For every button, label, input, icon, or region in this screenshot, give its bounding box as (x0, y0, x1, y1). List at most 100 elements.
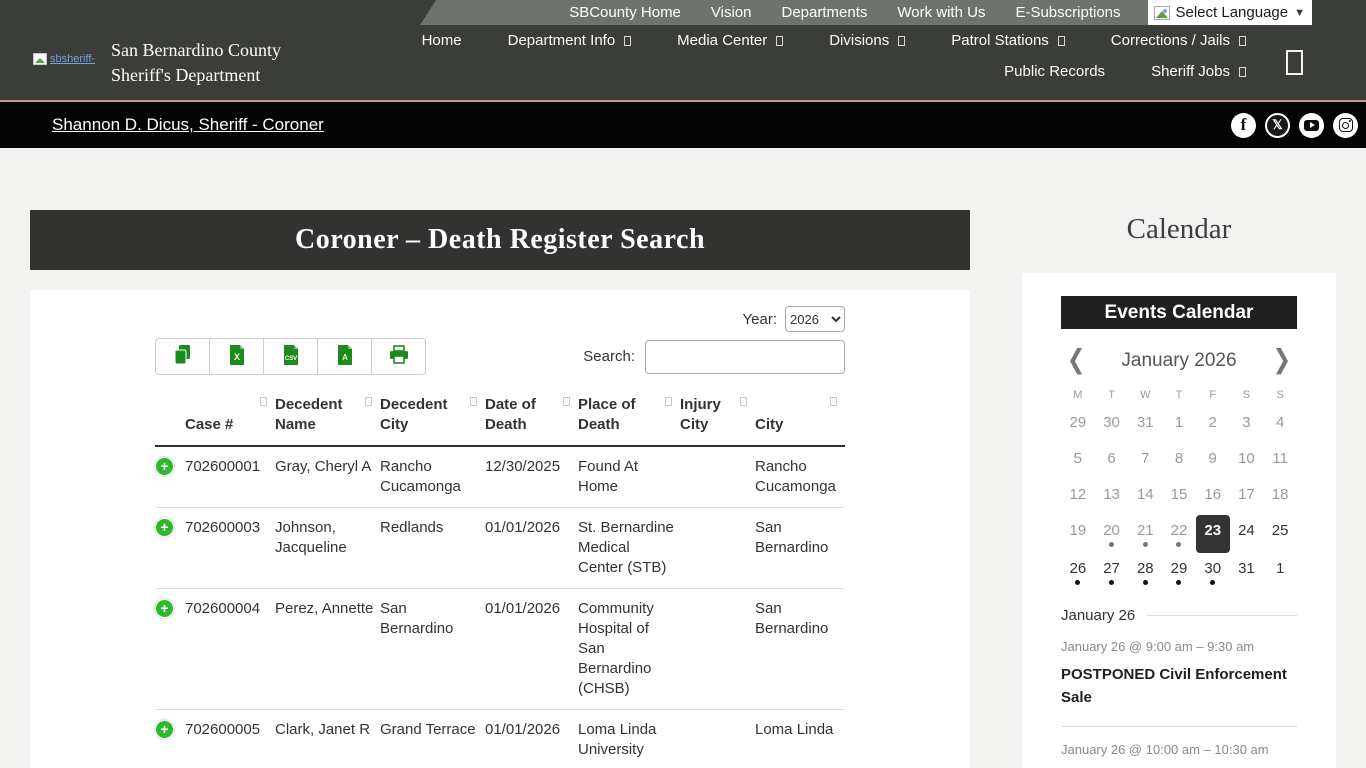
sort-icon[interactable] (470, 397, 477, 406)
calendar-day-2[interactable]: 2 (1196, 407, 1230, 443)
sort-icon[interactable] (740, 397, 747, 406)
search-input[interactable] (645, 339, 845, 374)
calendar-day-10[interactable]: 10 (1230, 443, 1264, 479)
day-number: 1 (1275, 560, 1285, 577)
events-day-label: January 26 (1061, 607, 1136, 624)
nav-item-media-center[interactable]: Media Center (677, 32, 784, 49)
calendar-day-27[interactable]: 27 (1095, 553, 1129, 589)
next-month-icon[interactable]: ❯ (1273, 347, 1291, 373)
year-select[interactable]: 2026 (785, 306, 845, 332)
search-icon[interactable] (1286, 50, 1303, 75)
calendar-day-6[interactable]: 6 (1095, 443, 1129, 479)
calendar-day-24[interactable]: 24 (1230, 515, 1264, 551)
language-selector[interactable]: Select Language ▼ (1147, 0, 1312, 25)
nav-item-patrol-stations[interactable]: Patrol Stations (951, 32, 1065, 49)
calendar-day-15[interactable]: 15 (1162, 479, 1196, 515)
calendar-day-12[interactable]: 12 (1061, 479, 1095, 515)
calendar-day-26[interactable]: 26 (1061, 553, 1095, 589)
day-number: 9 (1208, 450, 1217, 467)
column-header-city[interactable]: City (755, 389, 845, 447)
facebook-icon[interactable]: f (1231, 112, 1256, 138)
calendar-day-5[interactable]: 5 (1061, 443, 1095, 479)
export-excel-button[interactable]: X (209, 338, 264, 375)
calendar-day-31[interactable]: 31 (1128, 407, 1162, 443)
calendar-day-11[interactable]: 11 (1263, 443, 1297, 479)
column-header-case[interactable]: Case # (185, 389, 275, 447)
column-header-injury-city[interactable]: Injury City (680, 389, 755, 447)
sort-icon[interactable] (665, 397, 672, 406)
export-csv-button[interactable]: CSV (263, 338, 318, 375)
instagram-icon[interactable] (1333, 112, 1358, 138)
calendar-day-20[interactable]: 20 (1095, 515, 1129, 551)
calendar-day-29[interactable]: 29 (1061, 407, 1095, 443)
utility-link-work-with-us[interactable]: Work with Us (882, 4, 1000, 21)
prev-month-icon[interactable]: ❮ (1067, 347, 1085, 373)
day-number: 26 (1069, 560, 1087, 577)
column-header-place-of-death[interactable]: Place of Death (578, 389, 680, 447)
column-header-decedent-city[interactable]: Decedent City (380, 389, 485, 447)
nav-item-divisions[interactable]: Divisions (829, 32, 906, 49)
utility-link-departments[interactable]: Departments (767, 4, 883, 21)
x-twitter-icon[interactable]: 𝕏 (1265, 112, 1290, 138)
calendar-day-16[interactable]: 16 (1196, 479, 1230, 515)
export-button-group: X CSV A (155, 338, 426, 375)
calendar-day-30[interactable]: 30 (1095, 407, 1129, 443)
calendar-day-17[interactable]: 17 (1230, 479, 1264, 515)
expand-row-button[interactable]: + (155, 518, 174, 537)
column-header-date-of-death[interactable]: Date of Death (485, 389, 578, 447)
calendar-day-18[interactable]: 18 (1263, 479, 1297, 515)
calendar-day-29[interactable]: 29 (1162, 553, 1196, 589)
nav-item-department-info[interactable]: Department Info (508, 32, 632, 49)
sort-icon[interactable] (830, 397, 837, 406)
search-label: Search: (583, 348, 635, 365)
day-number: 8 (1174, 450, 1184, 467)
day-number: 30 (1103, 414, 1120, 431)
calendar-day-31[interactable]: 31 (1230, 553, 1264, 589)
calendar-day-8[interactable]: 8 (1162, 443, 1196, 479)
calendar-day-23[interactable]: 23 (1195, 515, 1230, 553)
expand-row-button[interactable]: + (155, 720, 174, 739)
event-title-link[interactable]: POSTPONED Civil Enforcement Sale (1061, 663, 1297, 709)
calendar-day-19[interactable]: 19 (1061, 515, 1095, 551)
nav-item-label: Department Info (507, 32, 616, 49)
sort-icon[interactable] (563, 397, 570, 406)
export-copy-button[interactable] (155, 338, 210, 375)
calendar-day-1[interactable]: 1 (1162, 407, 1196, 443)
calendar-day-1[interactable]: 1 (1263, 553, 1297, 589)
calendar-month-nav: ❮ January 2026 ❯ (1061, 347, 1297, 373)
utility-link-vision[interactable]: Vision (696, 4, 767, 21)
calendar-day-21[interactable]: 21 (1128, 515, 1162, 551)
calendar-day-25[interactable]: 25 (1263, 515, 1297, 551)
cell-date-of-death: 12/30/2025 (485, 446, 578, 508)
nav-item-sheriff-jobs[interactable]: Sheriff Jobs (1151, 63, 1246, 80)
sort-icon[interactable] (260, 397, 267, 406)
calendar-day-14[interactable]: 14 (1128, 479, 1162, 515)
expand-row-button[interactable]: + (155, 599, 174, 618)
sort-icon[interactable] (365, 397, 372, 406)
nav-item-home[interactable]: Home (422, 32, 462, 49)
calendar-day-28[interactable]: 28 (1128, 553, 1162, 589)
expand-row-button[interactable]: + (155, 457, 174, 476)
breadcrumb-sheriff-coroner-link[interactable]: Shannon D. Dicus, Sheriff - Coroner (52, 115, 324, 135)
calendar-day-22[interactable]: 22 (1162, 515, 1196, 551)
calendar-day-13[interactable]: 13 (1095, 479, 1129, 515)
calendar-day-3[interactable]: 3 (1230, 407, 1264, 443)
utility-link-sbcounty-home[interactable]: SBCounty Home (554, 4, 696, 21)
nav-item-corrections-jails[interactable]: Corrections / Jails (1111, 32, 1246, 49)
export-print-button[interactable] (371, 338, 426, 375)
column-header-decedent-name[interactable]: Decedent Name (275, 389, 380, 447)
weekday-label: W (1140, 389, 1151, 401)
day-number: 27 (1103, 560, 1120, 577)
site-brand[interactable]: sbsheriff-logo San Bernardino County She… (33, 38, 281, 88)
day-number: 2 (1208, 414, 1217, 431)
nav-item-public-records[interactable]: Public Records (1004, 63, 1105, 80)
event-item: January 26 @ 9:00 am – 9:30 am POSTPONED … (1061, 639, 1297, 709)
calendar-day-7[interactable]: 7 (1128, 443, 1162, 479)
utility-link-e-subscriptions[interactable]: E-Subscriptions (1000, 4, 1135, 21)
calendar-day-9[interactable]: 9 (1196, 443, 1230, 479)
calendar-day-30[interactable]: 30 (1196, 553, 1230, 589)
calendar-day-4[interactable]: 4 (1263, 407, 1297, 443)
youtube-icon[interactable] (1299, 112, 1324, 138)
table-header-row: Case # Decedent Name Decedent City Date of … (155, 389, 845, 447)
export-pdf-button[interactable]: A (317, 338, 372, 375)
